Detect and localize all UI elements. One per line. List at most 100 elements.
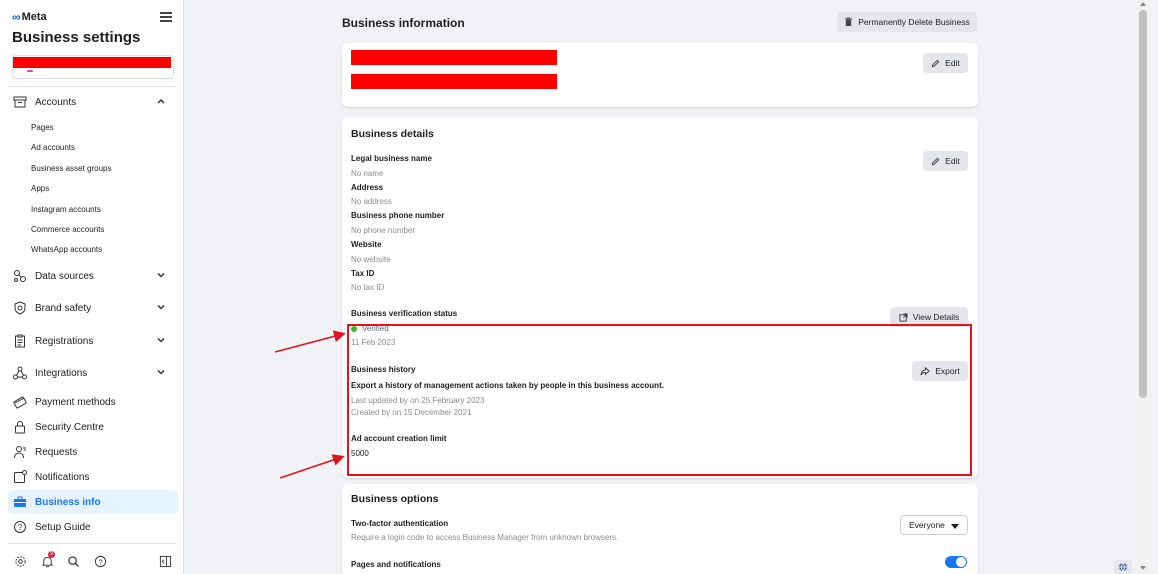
scrollbar-thumb[interactable]: [1139, 10, 1147, 398]
business-options-card: Business options Two-factor authenticati…: [342, 484, 978, 574]
hamburger-menu-icon[interactable]: [160, 10, 172, 22]
pages-notifications-label: Pages and notifications: [351, 560, 441, 569]
business-details-card: Business details Edit Legal business nam…: [342, 117, 978, 478]
two-factor-description: Require a login code to access Business …: [351, 533, 619, 542]
sidebar-item-commerce-accounts[interactable]: Commerce accounts: [31, 225, 104, 234]
globe-icon[interactable]: [1114, 560, 1132, 574]
briefcase-icon: [12, 494, 28, 510]
view-details-button[interactable]: View Details: [890, 307, 968, 327]
edit-button[interactable]: Edit: [923, 151, 968, 171]
business-history-last-updated: Last updated by on 25 February 2023: [351, 396, 485, 405]
business-account-selector[interactable]: [12, 55, 174, 79]
share-arrow-icon: [920, 366, 930, 375]
trash-icon: [845, 17, 853, 27]
field-value-tax-id: No tax ID: [351, 283, 385, 292]
business-history-created: Created by on 15 December 2021: [351, 408, 472, 417]
nav-requests[interactable]: Requests: [8, 440, 178, 464]
pencil-icon: [931, 59, 940, 67]
person-request-icon: [12, 444, 28, 460]
integrations-icon: [12, 365, 28, 381]
chevron-up-icon: [157, 98, 165, 104]
notification-badge: 9: [48, 551, 55, 558]
permanently-delete-business-button[interactable]: Permanently Delete Business: [837, 12, 977, 32]
external-link-icon: [899, 312, 908, 322]
redaction-bar: [351, 74, 557, 89]
help-icon[interactable]: ?: [92, 553, 108, 569]
nav-brand-safety[interactable]: Brand safety: [8, 296, 178, 320]
nav-label: Business info: [35, 496, 101, 508]
business-name-card: Edit: [342, 43, 978, 107]
button-label: Export: [935, 366, 960, 376]
svg-text:?: ?: [98, 557, 102, 566]
scroll-up-arrow-icon[interactable]: [1140, 2, 1146, 6]
caret-down-icon: [951, 524, 959, 529]
meta-logo[interactable]: ∞ Meta: [12, 10, 47, 24]
nav-label: Requests: [35, 446, 78, 458]
verification-status: Verified: [351, 324, 389, 333]
scroll-down-arrow-icon[interactable]: [1140, 566, 1146, 570]
field-label-tax-id: Tax ID: [351, 269, 375, 278]
two-factor-select[interactable]: Everyone: [900, 515, 968, 535]
nav-integrations[interactable]: Integrations: [8, 361, 178, 385]
sidebar-item-pages[interactable]: Pages: [31, 123, 54, 132]
chevron-down-icon: [157, 337, 165, 343]
chevron-down-icon: [157, 304, 165, 310]
sidebar-item-whatsapp-accounts[interactable]: WhatsApp accounts: [31, 245, 102, 254]
pages-notifications-toggle[interactable]: [945, 556, 967, 568]
lock-icon: [12, 419, 28, 435]
business-history-label: Business history: [351, 365, 416, 374]
chevron-down-icon: [157, 369, 165, 375]
verification-status-text: Verified: [362, 324, 389, 333]
nav-data-sources[interactable]: Data sources: [8, 264, 178, 288]
account-avatar: [27, 70, 33, 72]
nav-business-info[interactable]: Business info: [8, 490, 178, 514]
sidebar-item-ad-accounts[interactable]: Ad accounts: [31, 143, 75, 152]
field-label-legal-name: Legal business name: [351, 154, 432, 163]
nav-label: Security Centre: [35, 421, 104, 433]
shield-icon: [12, 300, 28, 316]
pencil-icon: [931, 157, 940, 165]
nav-setup-guide[interactable]: ? Setup Guide: [8, 515, 178, 539]
two-factor-label: Two-factor authentication: [351, 519, 449, 528]
nav-security-centre[interactable]: Security Centre: [8, 415, 178, 439]
field-value-address: No address: [351, 197, 392, 206]
field-value-phone: No phone number: [351, 226, 416, 235]
notification-box-icon: [12, 469, 28, 485]
sidebar-item-instagram-accounts[interactable]: Instagram accounts: [31, 205, 101, 214]
business-history-description: Export a history of management actions t…: [351, 381, 664, 390]
logo-row: ∞ Meta: [12, 10, 172, 24]
card-title: Business options: [351, 493, 439, 505]
field-value-legal-name: No name: [351, 169, 384, 178]
nav-label: Brand safety: [35, 302, 92, 314]
sidebar-item-business-asset-groups[interactable]: Business asset groups: [31, 164, 112, 173]
toggle-knob: [956, 557, 966, 567]
nav-notifications[interactable]: Notifications: [8, 465, 178, 489]
button-label: Permanently Delete Business: [858, 17, 970, 27]
export-button[interactable]: Export: [912, 361, 968, 381]
divider: [8, 543, 176, 544]
redaction-bar: [351, 50, 557, 65]
nav-accounts[interactable]: Accounts: [8, 90, 178, 114]
nav-label: Setup Guide: [35, 521, 91, 533]
verification-status-label: Business verification status: [351, 309, 458, 318]
nav-label: Accounts: [35, 96, 77, 108]
sidebar-bottom-bar: 9 ?: [0, 548, 184, 574]
verified-dot-icon: [351, 325, 357, 332]
edit-button[interactable]: Edit: [923, 53, 968, 73]
collapse-sidebar-icon[interactable]: [157, 553, 173, 569]
gear-icon[interactable]: [12, 553, 28, 569]
ad-limit-label: Ad account creation limit: [351, 434, 447, 443]
page-title: Business information: [342, 16, 465, 30]
nav-payment-methods[interactable]: Payment methods: [8, 390, 178, 414]
svg-text:?: ?: [18, 523, 23, 532]
meta-logo-text: Meta: [21, 11, 47, 23]
chevron-down-icon: [157, 272, 165, 278]
page-scrollbar[interactable]: [1137, 0, 1149, 574]
app-title: Business settings: [12, 29, 141, 46]
search-icon[interactable]: [65, 553, 81, 569]
nav-registrations[interactable]: Registrations: [8, 329, 178, 353]
divider: [8, 86, 176, 87]
clipboard-icon: [12, 333, 28, 349]
bell-icon[interactable]: 9: [39, 551, 55, 569]
sidebar-item-apps[interactable]: Apps: [31, 184, 49, 193]
